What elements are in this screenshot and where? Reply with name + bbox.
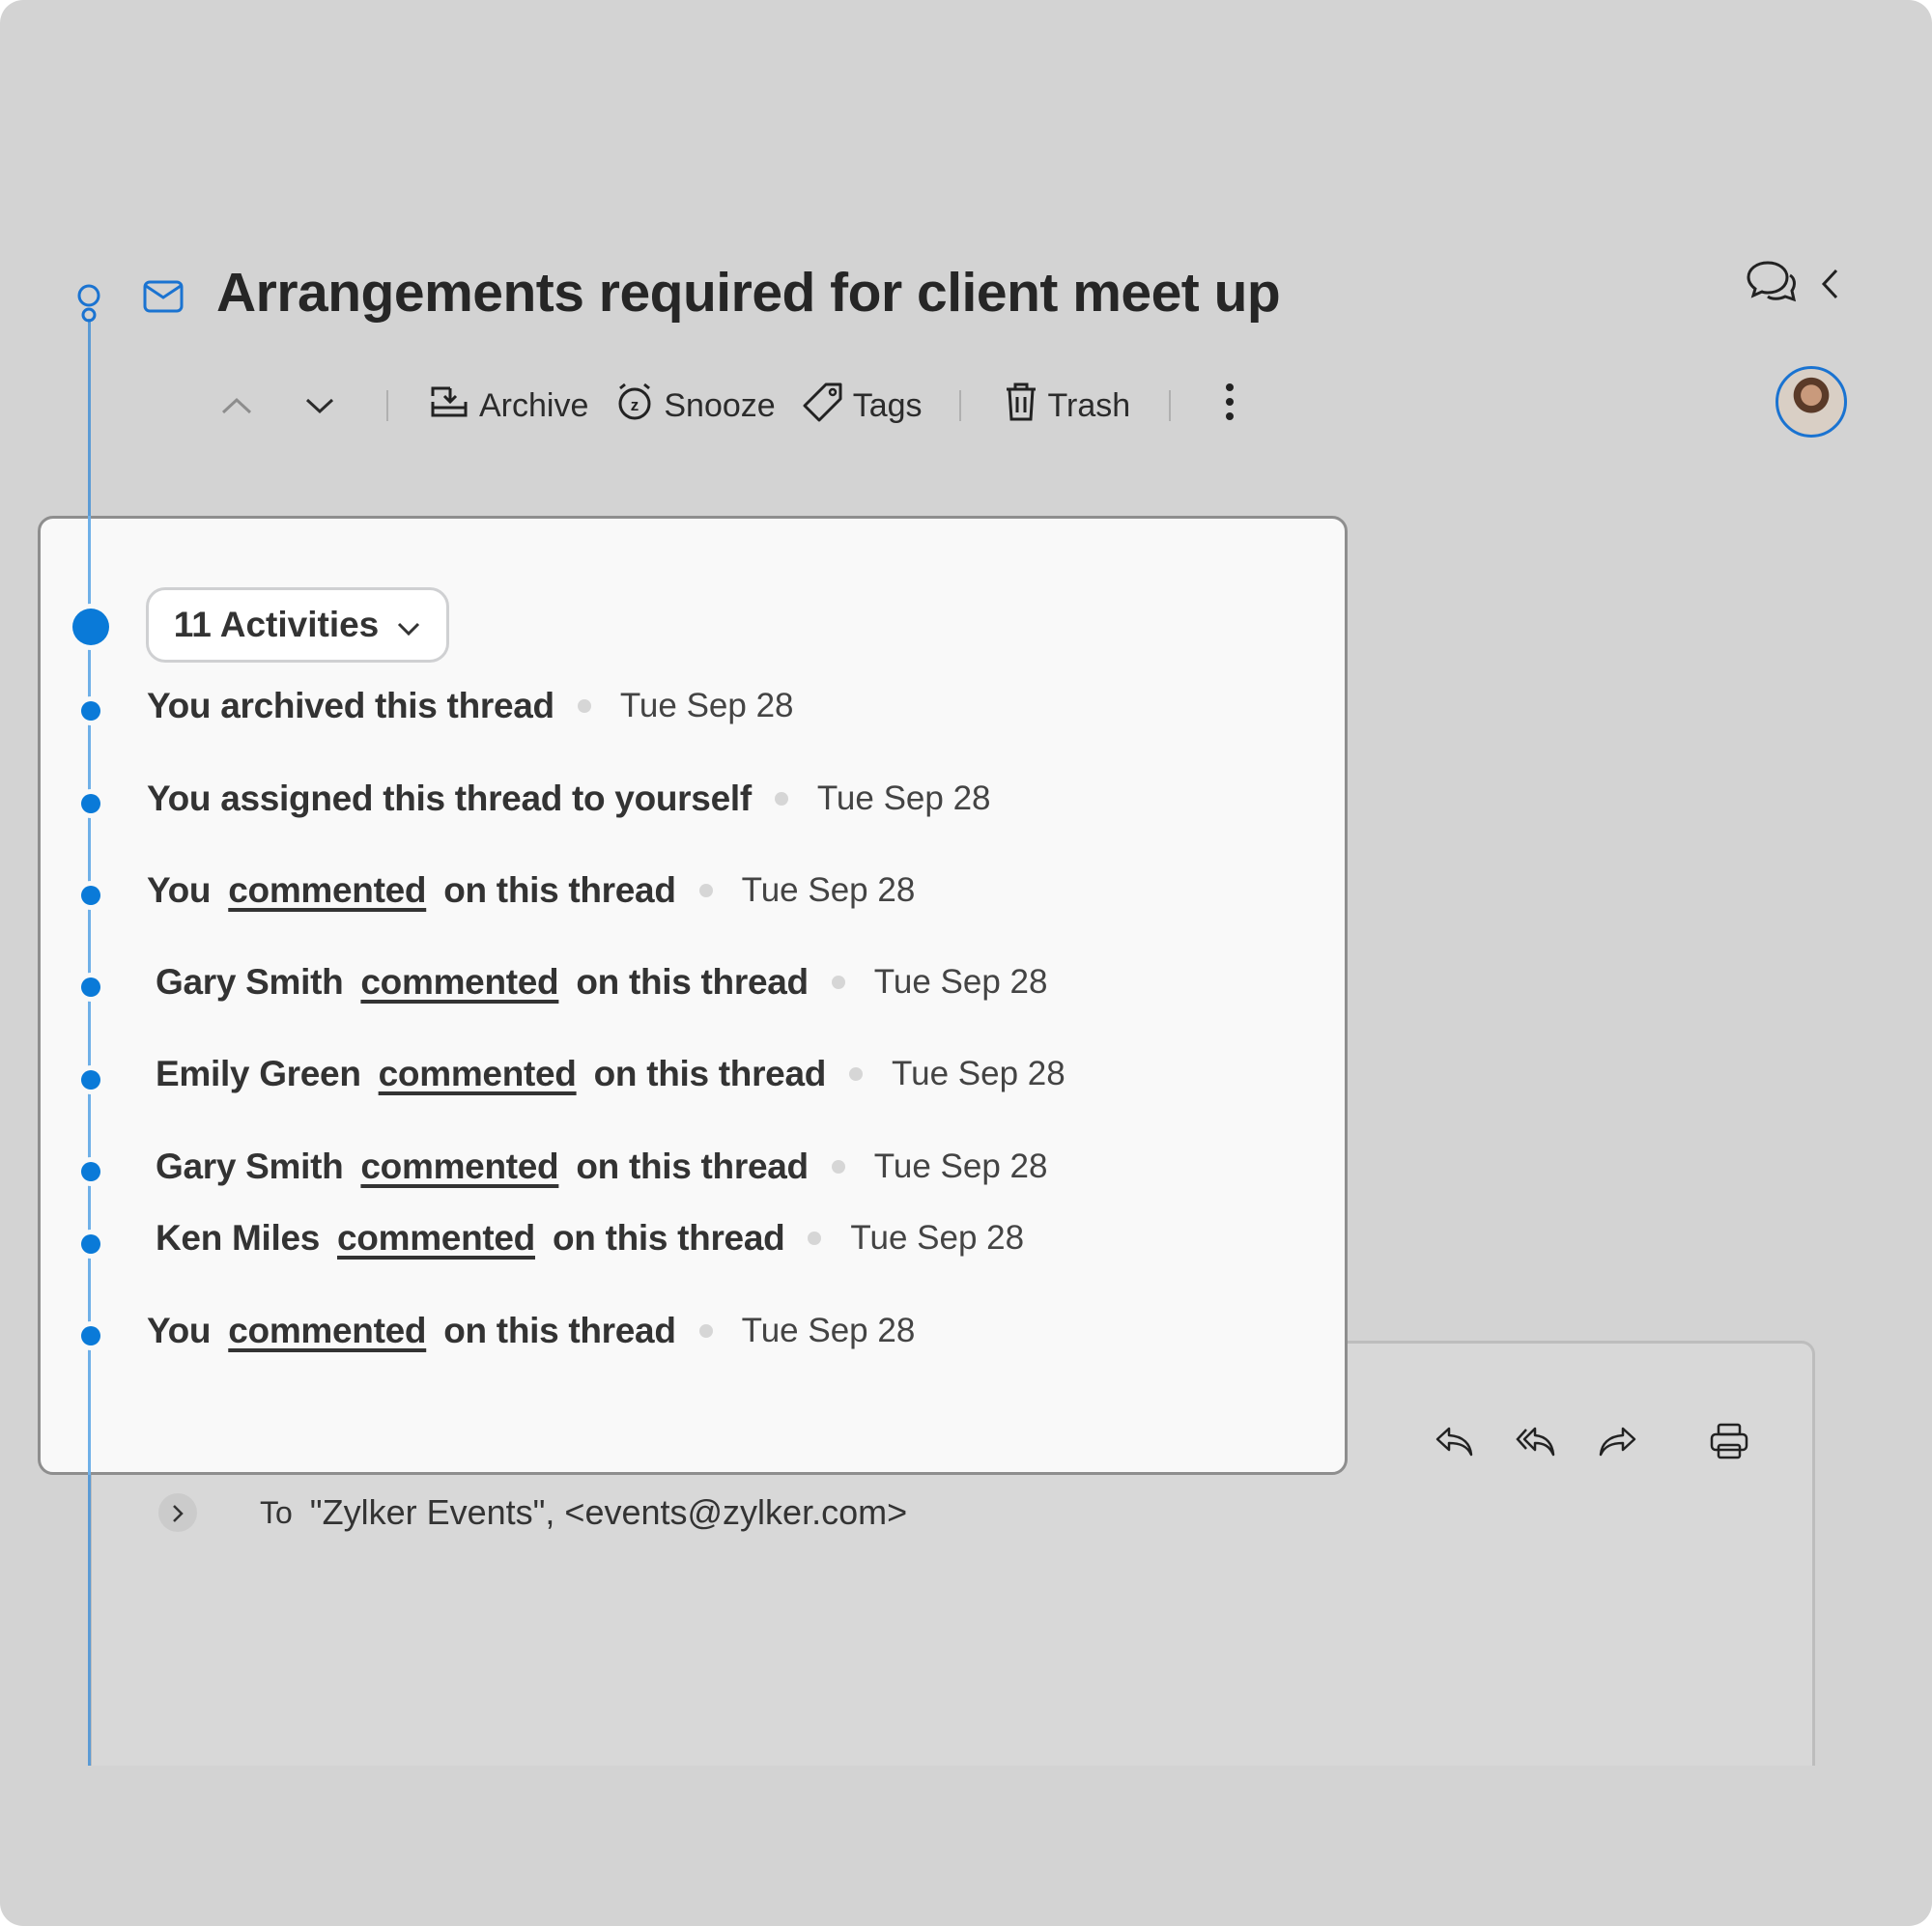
next-thread-button[interactable]: [303, 396, 336, 415]
trash-label: Trash: [1047, 386, 1131, 424]
timeline-node: [81, 1070, 100, 1090]
toolbar-divider: [386, 390, 388, 421]
activity-suffix: on this thread: [552, 1218, 785, 1258]
tags-button[interactable]: Tags: [803, 382, 923, 431]
commented-link[interactable]: commented: [337, 1218, 535, 1259]
recipient-address: "Zylker Events", <events@zylker.com>: [309, 1492, 908, 1532]
expand-details-button[interactable]: [158, 1493, 197, 1532]
separator-dot: [808, 1232, 822, 1245]
activity-item: Ken Miles commented on this thread Tue S…: [156, 1218, 1024, 1259]
timeline-node: [81, 1326, 100, 1345]
timeline-node: [81, 977, 100, 997]
activity-actor: Gary Smith: [156, 1147, 344, 1186]
activity-text: You assigned this thread to yourself: [147, 779, 752, 818]
activity-date: Tue Sep 28: [741, 1312, 916, 1349]
commented-link[interactable]: commented: [228, 1311, 426, 1351]
toolbar-divider: [1169, 390, 1172, 421]
separator-dot: [849, 1067, 864, 1081]
forward-icon[interactable]: [1597, 1425, 1637, 1462]
snooze-label: Snooze: [664, 386, 776, 424]
recipient-line: To "Zylker Events", <events@zylker.com>: [158, 1492, 907, 1533]
to-label: To: [260, 1494, 293, 1530]
commented-link[interactable]: commented: [360, 1147, 558, 1187]
activity-date: Tue Sep 28: [892, 1055, 1065, 1092]
reply-icon[interactable]: [1435, 1425, 1475, 1462]
timeline-node: [81, 794, 100, 813]
reply-all-icon[interactable]: [1516, 1425, 1556, 1462]
activity-item: You assigned this thread to yourself Tue…: [147, 779, 991, 819]
activity-item: You commented on this thread Tue Sep 28: [147, 1311, 915, 1351]
chevron-left-icon[interactable]: [1820, 268, 1841, 305]
separator-dot: [774, 792, 788, 806]
timeline-node-activities: [72, 609, 109, 645]
commented-link[interactable]: commented: [379, 1054, 577, 1094]
activity-date: Tue Sep 28: [873, 1147, 1048, 1185]
activity-actor: Emily Green: [156, 1054, 361, 1093]
activity-date: Tue Sep 28: [741, 871, 916, 909]
mail-icon: [143, 280, 184, 318]
thread-title: Arrangements required for client meet up: [216, 262, 1281, 324]
activity-actor: You: [147, 1311, 212, 1350]
separator-dot: [831, 1160, 845, 1174]
archive-icon: [429, 384, 469, 428]
activity-text: You archived this thread: [147, 686, 554, 725]
activity-date: Tue Sep 28: [850, 1219, 1025, 1257]
activity-date: Tue Sep 28: [816, 779, 991, 817]
more-vertical-icon: [1225, 382, 1235, 430]
chevron-right-icon: [171, 1492, 185, 1533]
timeline-node: [81, 1234, 100, 1254]
activity-suffix: on this thread: [576, 1147, 809, 1186]
activity-item: Gary Smith commented on this thread Tue …: [156, 962, 1047, 1003]
previous-thread-button[interactable]: [220, 396, 253, 415]
trash-button[interactable]: Trash: [1004, 382, 1131, 431]
activity-item: You archived this thread Tue Sep 28: [147, 686, 794, 726]
separator-dot: [698, 884, 713, 897]
svg-text:z: z: [631, 396, 639, 414]
timeline-node: [81, 701, 100, 721]
chevron-down-icon: [396, 605, 421, 645]
activity-suffix: on this thread: [443, 1311, 676, 1350]
activity-item: You commented on this thread Tue Sep 28: [147, 870, 915, 911]
timeline-node: [81, 886, 100, 905]
tags-label: Tags: [852, 386, 923, 424]
toolbar-divider: [958, 390, 961, 421]
separator-dot: [577, 699, 591, 713]
archive-button[interactable]: Archive: [429, 384, 588, 428]
activity-suffix: on this thread: [576, 962, 809, 1002]
commented-link[interactable]: commented: [228, 870, 426, 911]
activity-suffix: on this thread: [593, 1054, 827, 1093]
activity-actor: Ken Miles: [156, 1218, 321, 1258]
separator-dot: [698, 1324, 713, 1338]
thread-toolbar: Archive z Snooze Tags Trash: [220, 379, 1235, 433]
activities-count-label: 11 Activities: [173, 605, 380, 644]
archive-label: Archive: [479, 386, 589, 424]
activity-actor: You: [147, 870, 212, 910]
user-avatar[interactable]: [1776, 366, 1847, 438]
commented-link[interactable]: commented: [360, 962, 558, 1003]
activity-actor: Gary Smith: [156, 962, 344, 1002]
activity-date: Tue Sep 28: [873, 963, 1048, 1001]
activity-date: Tue Sep 28: [619, 687, 794, 724]
more-options-button[interactable]: [1225, 382, 1235, 430]
separator-dot: [831, 976, 845, 989]
snooze-button[interactable]: z Snooze: [615, 382, 776, 430]
activity-item: Gary Smith commented on this thread Tue …: [156, 1147, 1047, 1187]
timeline-node: [81, 1162, 100, 1181]
activity-item: Emily Green commented on this thread Tue…: [156, 1054, 1065, 1094]
print-icon[interactable]: [1709, 1422, 1749, 1465]
comments-icon[interactable]: [1745, 259, 1799, 314]
activities-dropdown-button[interactable]: 11 Activities: [146, 587, 449, 663]
trash-icon: [1004, 382, 1038, 431]
snooze-icon: z: [615, 382, 654, 430]
tag-icon: [803, 382, 843, 431]
thread-node-icon: [73, 284, 104, 331]
activity-suffix: on this thread: [443, 870, 676, 910]
email-actions: [1435, 1422, 1749, 1465]
